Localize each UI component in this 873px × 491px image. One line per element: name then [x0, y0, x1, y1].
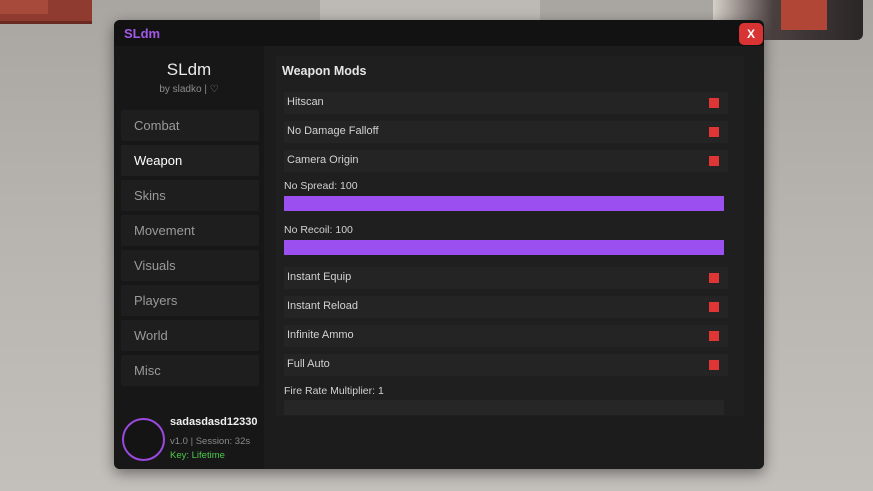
toggle-infinite-ammo[interactable]: Infinite Ammo	[284, 325, 728, 347]
key-status: Key: Lifetime	[170, 450, 225, 461]
brand-subtitle: by sladko | ♡	[159, 84, 219, 95]
toggle-label: Hitscan	[287, 96, 324, 108]
sidebar-nav: Combat Weapon Skins Movement Visuals Pla…	[121, 110, 259, 390]
toggle-instant-equip[interactable]: Instant Equip	[284, 267, 728, 289]
slider-no-recoil[interactable]	[284, 240, 724, 255]
sidebar-item-players[interactable]: Players	[121, 285, 259, 316]
close-button[interactable]: X	[739, 23, 763, 45]
brand-title: SLdm	[166, 60, 212, 79]
background-block-top	[0, 0, 48, 14]
sidebar-item-world[interactable]: World	[121, 320, 259, 351]
toggle-indicator[interactable]	[709, 98, 719, 108]
sidebar-item-misc[interactable]: Misc	[121, 355, 259, 386]
username: sadasdasd12330	[170, 416, 258, 428]
slider-fire-rate[interactable]	[284, 400, 724, 415]
background-character-detail	[781, 0, 827, 30]
toggle-no-damage-falloff[interactable]: No Damage Falloff	[284, 121, 728, 143]
toggle-indicator[interactable]	[709, 156, 719, 166]
avatar	[122, 418, 165, 461]
sidebar: SLdm by sladko | ♡ Combat Weapon Skins M…	[114, 46, 264, 469]
toggle-indicator[interactable]	[709, 127, 719, 137]
main-content: Weapon Mods Hitscan No Damage Falloff Ca…	[264, 46, 764, 469]
toggle-hitscan[interactable]: Hitscan	[284, 92, 728, 114]
app-title: SLdm	[124, 26, 161, 41]
toggle-label: Full Auto	[287, 358, 330, 370]
slider-label-no-spread: No Spread: 100	[284, 180, 358, 192]
toggle-indicator[interactable]	[709, 302, 719, 312]
toggle-indicator[interactable]	[709, 273, 719, 283]
slider-no-spread[interactable]	[284, 196, 724, 211]
toggle-indicator[interactable]	[709, 360, 719, 370]
user-profile: sadasdasd12330 v1.0 | Session: 32s Key: …	[121, 416, 266, 466]
background-pillar	[320, 0, 540, 22]
toggle-label: No Damage Falloff	[287, 125, 379, 137]
session-info: v1.0 | Session: 32s	[170, 436, 251, 447]
panel-title: Weapon Mods	[282, 64, 367, 78]
slider-fill	[284, 196, 724, 211]
sidebar-item-movement[interactable]: Movement	[121, 215, 259, 246]
toggle-label: Infinite Ammo	[287, 329, 354, 341]
toggle-label: Instant Equip	[287, 271, 352, 283]
sidebar-item-skins[interactable]: Skins	[121, 180, 259, 211]
brand: SLdm by sladko | ♡	[114, 60, 264, 95]
toggle-instant-reload[interactable]: Instant Reload	[284, 296, 728, 318]
toggle-label: Camera Origin	[287, 154, 359, 166]
toggle-label: Instant Reload	[287, 300, 358, 312]
toggle-indicator[interactable]	[709, 331, 719, 341]
slider-label-fire-rate: Fire Rate Multiplier: 1	[284, 385, 384, 397]
toggle-camera-origin[interactable]: Camera Origin	[284, 150, 728, 172]
cheat-menu-window: SLdm X SLdm by sladko | ♡ Combat Weapon …	[114, 20, 764, 469]
sidebar-item-weapon[interactable]: Weapon	[121, 145, 259, 176]
slider-fill	[284, 240, 724, 255]
sidebar-item-combat[interactable]: Combat	[121, 110, 259, 141]
toggle-full-auto[interactable]: Full Auto	[284, 354, 728, 376]
title-bar[interactable]: SLdm X	[114, 20, 764, 46]
weapon-mods-panel: Weapon Mods Hitscan No Damage Falloff Ca…	[276, 56, 744, 416]
sidebar-item-visuals[interactable]: Visuals	[121, 250, 259, 281]
slider-label-no-recoil: No Recoil: 100	[284, 224, 353, 236]
